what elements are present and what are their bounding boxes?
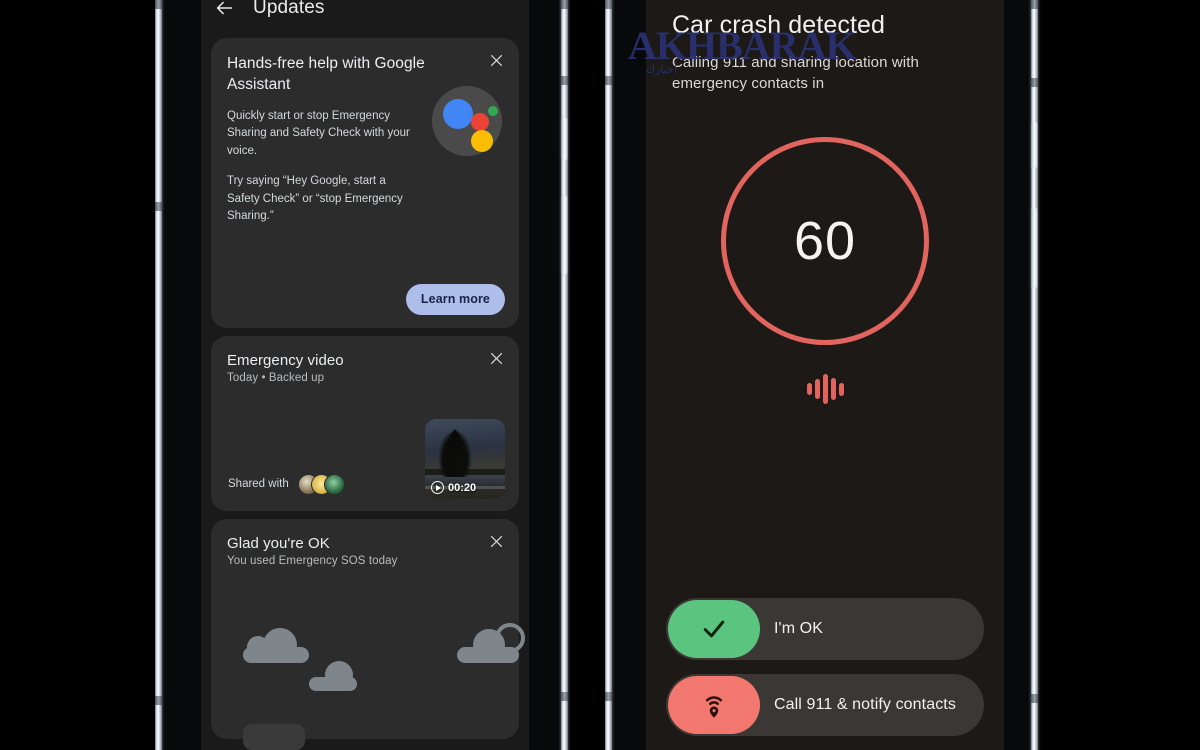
assistant-dot-yellow: [471, 130, 493, 152]
check-icon: [668, 600, 760, 658]
gutter-right: [1045, 0, 1200, 750]
phone-right-frame-right-rail: [1031, 0, 1038, 750]
crash-actions: I'm OK Call 911 & notify contacts: [666, 598, 984, 750]
gutter-left: [0, 0, 155, 750]
screenshot-stage: Updates Hands-free help with Google Assi…: [0, 0, 1200, 750]
close-icon[interactable]: [488, 350, 505, 367]
cloud-icon: [243, 628, 309, 663]
antenna-line: [561, 0, 568, 9]
learn-more-button[interactable]: Learn more: [405, 284, 505, 315]
thumbnail-meta: 00:20: [431, 481, 476, 494]
waveform-bar: [822, 374, 828, 405]
antenna-line: [1031, 0, 1038, 9]
volume-button[interactable]: [562, 196, 567, 274]
close-icon[interactable]: [488, 52, 505, 69]
im-ok-label: I'm OK: [774, 619, 823, 637]
card-title: Hands-free help with Google Assistant: [227, 55, 425, 93]
google-assistant-icon: [432, 86, 502, 156]
waveform-bar: [814, 379, 820, 400]
audio-waveform-icon: [646, 373, 1004, 405]
volume-button[interactable]: [1032, 208, 1037, 288]
antenna-line: [605, 0, 612, 9]
shared-with-row: Shared with: [228, 474, 346, 495]
im-ok-button[interactable]: I'm OK: [666, 598, 984, 660]
antenna-line: [561, 76, 568, 85]
avatar: [323, 474, 345, 495]
assistant-dot-blue: [443, 99, 473, 129]
card-emergency-video[interactable]: Emergency video Today • Backed up Shared…: [211, 336, 519, 511]
crash-header: Car crash detected Calling 911 and shari…: [646, 0, 1004, 95]
cloud-icon: [309, 661, 357, 691]
call-911-label: Call 911 & notify contacts: [774, 695, 956, 713]
card-subtitle: Today • Backed up: [227, 372, 325, 384]
antenna-line: [605, 76, 612, 85]
call-911-button[interactable]: Call 911 & notify contacts: [666, 674, 984, 736]
crash-subtitle: Calling 911 and sharing location with em…: [672, 53, 919, 93]
phone-left-frame-left-rail: [155, 0, 162, 750]
antenna-line: [155, 202, 162, 211]
countdown-timer: 60: [721, 137, 929, 346]
phone-right-frame-left-rail: [605, 0, 612, 750]
avatar-group[interactable]: [297, 474, 346, 495]
card-glad-youre-ok[interactable]: Glad you're OK You used Emergency SOS to…: [211, 519, 525, 750]
updates-appbar: Updates: [201, 0, 529, 30]
waveform-bar: [830, 378, 836, 401]
video-duration: 00:20: [448, 481, 477, 494]
card-subtitle: You used Emergency SOS today: [227, 555, 398, 567]
power-button[interactable]: [562, 118, 567, 160]
antenna-line: [561, 692, 568, 701]
antenna-line: [605, 692, 612, 701]
countdown-value: 60: [793, 211, 857, 272]
power-button[interactable]: [1032, 122, 1037, 168]
partial-chip: [243, 724, 305, 750]
shared-with-label: Shared with: [228, 477, 289, 490]
antenna-line: [1031, 78, 1038, 87]
phone-left: Updates Hands-free help with Google Assi…: [155, 0, 575, 750]
emergency-location-icon: [668, 676, 760, 734]
page-title: Updates: [253, 0, 325, 18]
waveform-bar: [838, 382, 844, 396]
cloud-icon: [457, 629, 519, 663]
play-circle-icon[interactable]: [431, 481, 444, 494]
phone-left-screen: Updates Hands-free help with Google Assi…: [201, 0, 529, 750]
gutter-middle: [575, 0, 605, 750]
antenna-line: [155, 0, 162, 9]
crash-title: Car crash detected: [672, 11, 886, 39]
phone-right: Car crash detected Calling 911 and shari…: [605, 0, 1045, 750]
phone-right-screen: Car crash detected Calling 911 and shari…: [646, 0, 1004, 750]
assistant-dot-green: [488, 106, 498, 116]
card-body-paragraph: Try saying “Hey Google, start a Safety C…: [227, 175, 403, 223]
card-body-paragraph: Quickly start or stop Emergency Sharing …: [227, 109, 410, 157]
card-title: Emergency video: [227, 352, 344, 369]
antenna-line: [1031, 694, 1038, 703]
antenna-line: [155, 696, 162, 705]
close-icon[interactable]: [488, 533, 505, 550]
assistant-dot-red: [471, 113, 489, 131]
waveform-bar: [806, 383, 812, 396]
card-body: Quickly start or stop Emergency Sharing …: [227, 108, 412, 226]
phone-left-frame-right-rail: [561, 0, 568, 750]
thumbnail-tree: [438, 429, 472, 477]
card-title: Glad you're OK: [227, 535, 330, 552]
arrow-left-icon[interactable]: [213, 0, 235, 19]
card-assistant[interactable]: Hands-free help with Google Assistant Qu…: [211, 38, 519, 328]
video-thumbnail[interactable]: 00:20: [425, 419, 505, 499]
